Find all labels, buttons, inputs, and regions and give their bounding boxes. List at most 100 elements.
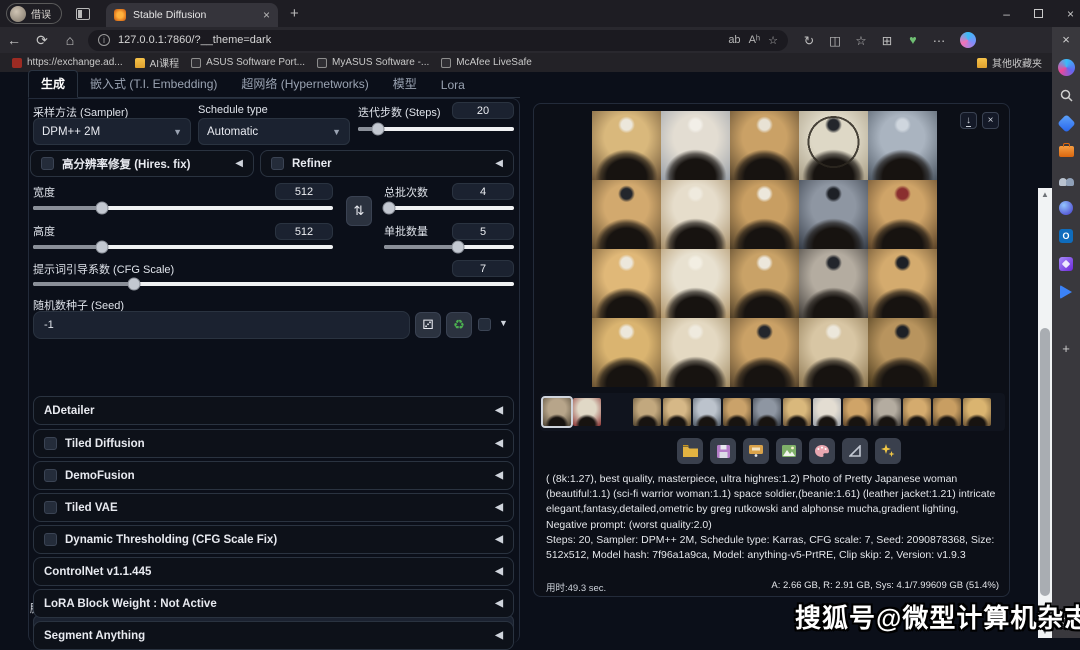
hexagon-c-icon[interactable]: ↻	[796, 33, 822, 48]
gallery-image-6[interactable]	[592, 180, 661, 249]
collapse-arrow-icon[interactable]: ◀	[235, 158, 243, 169]
seed-input[interactable]: -1	[33, 311, 410, 339]
height-slider[interactable]	[33, 245, 333, 249]
download-image-button[interactable]: ↓	[960, 112, 977, 129]
gallery-image-1[interactable]	[592, 111, 661, 180]
refiner-toggle[interactable]: Refiner ◀	[260, 150, 514, 177]
steps-slider[interactable]	[358, 127, 514, 131]
collapse-arrow-icon[interactable]: ◀	[495, 630, 503, 641]
collapse-arrow-icon[interactable]: ◀	[495, 502, 503, 513]
tab-close-icon[interactable]: ×	[263, 8, 270, 22]
home-icon[interactable]: ⌂	[56, 32, 84, 48]
gallery-image-14[interactable]	[799, 249, 868, 318]
accordion-lora-block-weight-not-active[interactable]: LoRA Block Weight : Not Active◀	[33, 589, 514, 618]
tab-hypernetworks[interactable]: 超网络 (Hypernetworks)	[229, 71, 380, 97]
checkbox[interactable]	[44, 533, 57, 546]
thumbnail-11[interactable]	[843, 398, 871, 426]
tab-actions-menu-icon[interactable]	[76, 8, 90, 20]
scroll-up-icon[interactable]: ▲	[1038, 190, 1052, 199]
gallery-image-7[interactable]	[661, 180, 730, 249]
other-favorites[interactable]: 其他收藏夹	[992, 55, 1042, 70]
tools-icon[interactable]	[1059, 146, 1074, 157]
sidebar-close-icon[interactable]: ×	[1058, 31, 1075, 48]
collapse-arrow-icon[interactable]: ◀	[495, 470, 503, 481]
collapse-arrow-icon[interactable]: ◀	[495, 598, 503, 609]
collapse-arrow-icon[interactable]: ◀	[495, 405, 503, 416]
bookmark-item[interactable]: https://exchange.ad...	[12, 57, 123, 68]
accordion-controlnet-v1-1-445[interactable]: ControlNet v1.1.445◀	[33, 557, 514, 586]
gallery-image-13[interactable]	[730, 249, 799, 318]
collections-icon[interactable]: ⊞	[874, 33, 900, 48]
accordion-segment-anything[interactable]: Segment Anything◀	[33, 621, 514, 650]
thumbnail-12[interactable]	[873, 398, 901, 426]
tab-ti-embedding[interactable]: 嵌入式 (T.I. Embedding)	[78, 71, 229, 97]
checkbox[interactable]	[44, 469, 57, 482]
search-icon[interactable]	[1058, 87, 1075, 104]
close-gallery-button[interactable]: ×	[982, 112, 999, 129]
seed-extra-checkbox[interactable]	[478, 318, 491, 331]
accordion-demofusion[interactable]: DemoFusion◀	[33, 461, 514, 490]
checkbox[interactable]	[44, 437, 57, 450]
gallery-image-10[interactable]	[868, 180, 937, 249]
gallery-image-16[interactable]	[592, 318, 661, 387]
accordion-adetailer[interactable]: ADetailer◀	[33, 396, 514, 425]
thumbnail-15[interactable]	[963, 398, 991, 426]
schedule-dropdown[interactable]: Automatic▼	[198, 118, 350, 145]
gallery-image-15[interactable]	[868, 249, 937, 318]
gallery-image-17[interactable]	[661, 318, 730, 387]
thumbnail-7[interactable]	[723, 398, 751, 426]
tab-lora[interactable]: Lora	[429, 74, 477, 97]
thumbnail-14[interactable]	[933, 398, 961, 426]
thumbnail-9[interactable]	[783, 398, 811, 426]
thumbnail-6[interactable]	[693, 398, 721, 426]
sidebar-copilot-icon[interactable]	[1058, 59, 1075, 76]
collapse-arrow-icon[interactable]: ◀	[495, 534, 503, 545]
bookmark-item[interactable]: ASUS Software Port...	[191, 57, 305, 68]
send-to-extras-button[interactable]	[842, 438, 868, 464]
refresh-icon[interactable]: ⟳	[28, 32, 56, 49]
random-seed-button[interactable]: ⚂	[415, 312, 441, 338]
outlook-icon[interactable]: O	[1059, 229, 1073, 243]
more-menu-icon[interactable]: ⋯	[926, 33, 952, 48]
swap-dimensions-button[interactable]: ⇅	[346, 196, 372, 226]
accordion-tiled-vae[interactable]: Tiled VAE◀	[33, 493, 514, 522]
height-value[interactable]: 512	[275, 223, 333, 240]
drop-icon[interactable]	[1060, 285, 1072, 299]
accordion-tiled-diffusion[interactable]: Tiled Diffusion◀	[33, 429, 514, 458]
seed-extra-arrow-icon[interactable]: ▼	[499, 318, 508, 328]
hires-fix-toggle[interactable]: 高分辨率修复 (Hires. fix) ◀	[30, 150, 254, 177]
profile-chip[interactable]: 借误	[6, 3, 62, 24]
new-tab-button[interactable]: +	[290, 5, 299, 22]
thumbnail-13[interactable]	[903, 398, 931, 426]
thumbnail-5[interactable]	[663, 398, 691, 426]
refiner-checkbox[interactable]	[271, 157, 284, 170]
bookmark-item[interactable]: AI课程	[135, 55, 179, 70]
thumbnail-4[interactable]	[633, 398, 661, 426]
thumbnail-3[interactable]	[603, 398, 631, 426]
gallery-image-19[interactable]	[799, 318, 868, 387]
width-value[interactable]: 512	[275, 183, 333, 200]
copilot-icon[interactable]	[960, 32, 976, 48]
thumbnail-10[interactable]	[813, 398, 841, 426]
gallery-image-2[interactable]	[661, 111, 730, 180]
steps-value[interactable]: 20	[452, 102, 514, 119]
gallery-image-12[interactable]	[661, 249, 730, 318]
designer-icon[interactable]	[1059, 257, 1073, 271]
people-icon[interactable]	[1059, 174, 1074, 186]
collapse-arrow-icon[interactable]: ◀	[495, 438, 503, 449]
cfg-value[interactable]: 7	[452, 260, 514, 277]
send-to-inpaint-button[interactable]	[809, 438, 835, 464]
tab-models[interactable]: 模型	[381, 71, 429, 97]
globe-icon[interactable]	[1059, 201, 1073, 215]
checkbox[interactable]	[44, 501, 57, 514]
sampler-dropdown[interactable]: DPM++ 2M▼	[33, 118, 191, 145]
scrollbar-thumb[interactable]	[1040, 328, 1050, 596]
width-slider[interactable]	[33, 206, 333, 210]
gallery-image-5[interactable]	[868, 111, 937, 180]
save-zip-button[interactable]	[743, 438, 769, 464]
page-scrollbar[interactable]: ▲ ▼	[1038, 188, 1052, 638]
site-info-icon[interactable]: i	[98, 34, 110, 46]
read-aloud-icon[interactable]: ab	[728, 34, 740, 46]
gallery-image-18[interactable]	[730, 318, 799, 387]
gallery-image-4[interactable]	[799, 111, 868, 180]
